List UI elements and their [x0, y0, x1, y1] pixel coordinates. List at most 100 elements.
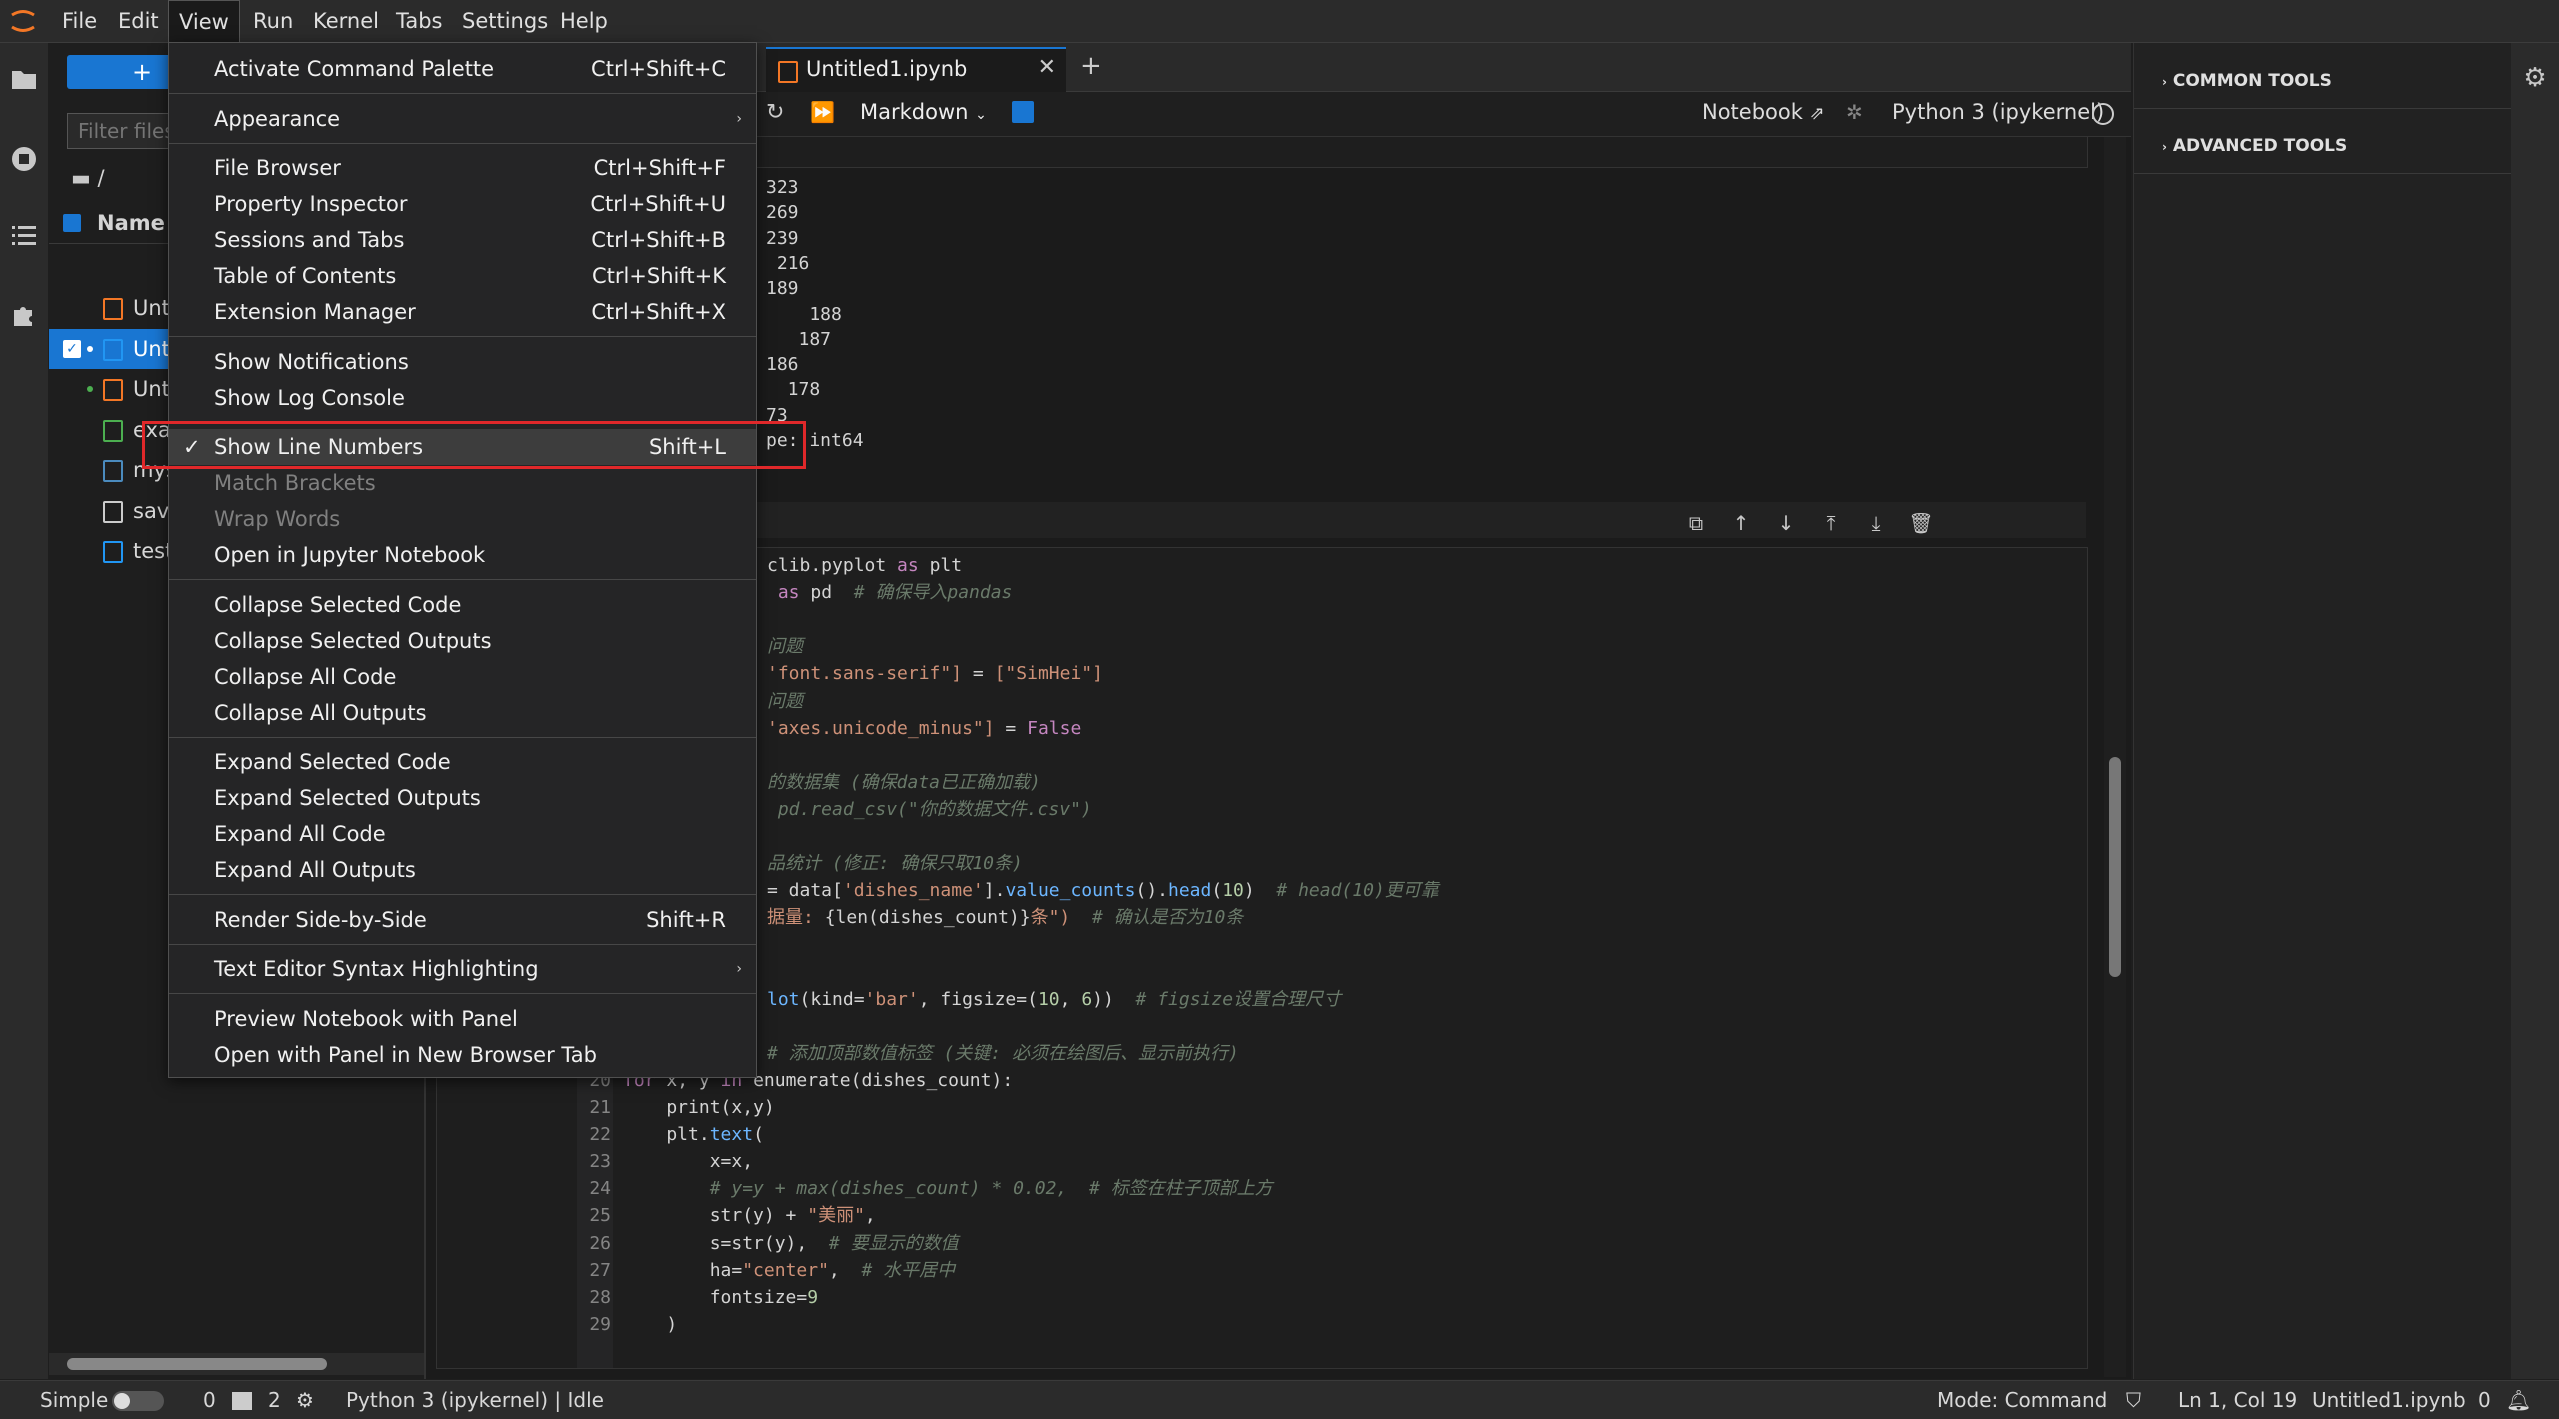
trusted-shield-icon[interactable]: ⛉: [2126, 1381, 2141, 1419]
run-all-icon[interactable]: ⏩: [810, 100, 835, 124]
simple-mode-toggle[interactable]: [112, 1391, 164, 1411]
table-of-contents-icon[interactable]: [9, 223, 39, 253]
code-token: 6: [1081, 988, 1093, 1010]
code-token: 10: [1222, 880, 1244, 902]
status-bar: Simple 0 2 ⚙ Python 3 (ipykernel) | Idle…: [0, 1380, 2559, 1419]
menu-item-show-notifications[interactable]: Show Notifications: [169, 344, 756, 380]
cell-type-select[interactable]: Markdown ⌄: [860, 100, 987, 124]
menu-item-text-editor-syntax-highlighting[interactable]: Text Editor Syntax Highlighting ›: [169, 951, 756, 987]
code-line: 'font.sans-serif"] = ["SimHei"]: [577, 660, 2077, 687]
common-tools-section[interactable]: › COMMON TOOLS: [2162, 71, 2332, 91]
scrollbar-thumb[interactable]: [2109, 757, 2121, 977]
code-token: (: [1211, 880, 1223, 902]
menu-item-shortcut: Ctrl+Shift+U: [590, 192, 726, 216]
output-line: 186: [766, 354, 799, 376]
menu-item-activate-command-palette[interactable]: Activate Command Palette Ctrl+Shift+C: [169, 51, 756, 87]
menu-item-preview-notebook-with-panel[interactable]: Preview Notebook with Panel: [169, 1001, 756, 1037]
menu-view[interactable]: View: [168, 0, 240, 43]
menu-settings[interactable]: Settings: [452, 0, 558, 42]
horizontal-scrollbar[interactable]: [49, 1353, 424, 1375]
code-line: 22 plt.text(: [577, 1121, 2077, 1148]
bug-icon[interactable]: ✲: [1846, 100, 1863, 124]
menu-edit[interactable]: Edit: [108, 0, 169, 42]
output-line: 189: [766, 278, 799, 300]
code-token: ,: [1059, 988, 1082, 1010]
code-token: ].: [983, 880, 1006, 902]
menu-item-open-with-panel-in-new-browser-tab[interactable]: Open with Panel in New Browser Tab: [169, 1037, 756, 1073]
notebook-icon: [103, 338, 123, 361]
current-file: Untitled1.ipynb: [2312, 1388, 2466, 1412]
code-line: 'axes.unicode_minus"] = False: [577, 715, 2077, 742]
code-token: 问题: [767, 690, 803, 712]
duplicate-cell-icon[interactable]: ⧉: [1683, 510, 1709, 536]
code-token: 9: [807, 1286, 819, 1308]
menu-separator: [169, 93, 756, 94]
menu-item-extension-manager[interactable]: Extension Manager Ctrl+Shift+X: [169, 294, 756, 330]
column-name-header[interactable]: Name: [97, 203, 165, 243]
menu-item-expand-selected-code[interactable]: Expand Selected Code: [169, 744, 756, 780]
menu-item-collapse-all-code[interactable]: Collapse All Code: [169, 659, 756, 695]
menu-item-expand-all-code[interactable]: Expand All Code: [169, 816, 756, 852]
menu-item-collapse-all-outputs[interactable]: Collapse All Outputs: [169, 695, 756, 731]
extension-puzzle-icon[interactable]: [9, 300, 39, 330]
settings-gear-icon[interactable]: ⚙: [2520, 63, 2550, 93]
menu-help[interactable]: Help: [550, 0, 618, 42]
menu-file[interactable]: File: [52, 0, 107, 42]
delete-cell-icon[interactable]: 🗑: [1908, 510, 1934, 536]
property-inspector-icon[interactable]: [1012, 101, 1034, 123]
breadcrumb[interactable]: ▬ /: [71, 163, 105, 193]
file-name: Unt: [133, 377, 170, 401]
menu-item-sessions-and-tabs[interactable]: Sessions and Tabs Ctrl+Shift+B: [169, 222, 756, 258]
insert-above-icon[interactable]: ⤒: [1818, 510, 1844, 536]
menu-item-label: Extension Manager: [214, 300, 416, 324]
menu-item-file-browser[interactable]: File Browser Ctrl+Shift+F: [169, 150, 756, 186]
scrollbar-thumb[interactable]: [67, 1358, 327, 1370]
restart-kernel-icon[interactable]: ↻: [766, 100, 784, 125]
advanced-tools-section[interactable]: › ADVANCED TOOLS: [2162, 136, 2347, 156]
code-token: # 水平居中: [861, 1259, 956, 1281]
menu-item-render-side-by-side[interactable]: Render Side-by-Side Shift+R: [169, 902, 756, 938]
code-token: ): [1243, 880, 1277, 902]
menu-item-collapse-selected-outputs[interactable]: Collapse Selected Outputs: [169, 623, 756, 659]
insert-below-icon[interactable]: ⤓: [1863, 510, 1889, 536]
menu-run[interactable]: Run: [243, 0, 303, 42]
menu-item-open-in-jupyter-notebook[interactable]: Open in Jupyter Notebook: [169, 537, 756, 573]
file-checkbox[interactable]: ✓: [63, 339, 81, 358]
python-icon: [103, 460, 123, 482]
menu-separator: [169, 943, 756, 945]
select-all-checkbox[interactable]: [63, 214, 81, 232]
notebook-open-button[interactable]: Notebook ⇗: [1702, 100, 1825, 124]
menu-item-expand-selected-outputs[interactable]: Expand Selected Outputs: [169, 780, 756, 816]
menu-item-show-log-console[interactable]: Show Log Console: [169, 380, 756, 416]
code-token: lot: [767, 988, 800, 1010]
folder-icon[interactable]: [9, 67, 39, 97]
menu-item-appearance[interactable]: Appearance ›: [169, 101, 756, 137]
tab-untitled1[interactable]: Untitled1.ipynb ✕: [766, 47, 1066, 93]
menu-item-shortcut: Shift+R: [646, 907, 726, 932]
menu-tabs[interactable]: Tabs: [386, 0, 453, 42]
move-down-icon[interactable]: ↓: [1773, 510, 1799, 536]
move-up-icon[interactable]: ↑: [1728, 510, 1754, 536]
code-token: 的数据集 (确保data已正确加载): [767, 771, 1041, 793]
menu-item-property-inspector[interactable]: Property Inspector Ctrl+Shift+U: [169, 186, 756, 222]
bell-icon[interactable]: 🔔︎: [2506, 1381, 2531, 1419]
code-line: 23 x=x,: [577, 1148, 2077, 1175]
menubar: File Edit View Run Kernel Tabs Settings Help: [0, 0, 2559, 43]
code-token: ,: [828, 1259, 862, 1281]
divider: [2134, 108, 2511, 109]
running-sessions-icon[interactable]: [9, 145, 39, 175]
menu-item-expand-all-outputs[interactable]: Expand All Outputs: [169, 852, 756, 888]
breadcrumb-root[interactable]: /: [98, 166, 105, 190]
line-number: 23: [589, 1151, 611, 1173]
menu-item-collapse-selected-code[interactable]: Collapse Selected Code: [169, 587, 756, 623]
close-icon[interactable]: ✕: [1038, 55, 1056, 80]
kernel-name[interactable]: Python 3 (ipykernel): [1892, 100, 2104, 124]
kernel-status-text[interactable]: Python 3 (ipykernel) | Idle: [346, 1381, 604, 1419]
add-tab-button[interactable]: +: [1080, 51, 1102, 81]
menu-kernel[interactable]: Kernel: [303, 0, 389, 42]
cursor-position[interactable]: Ln 1, Col 19: [2178, 1381, 2297, 1419]
running-indicator: [87, 386, 93, 392]
menu-item-table-of-contents[interactable]: Table of Contents Ctrl+Shift+K: [169, 258, 756, 294]
vertical-scrollbar[interactable]: [2104, 137, 2126, 1377]
